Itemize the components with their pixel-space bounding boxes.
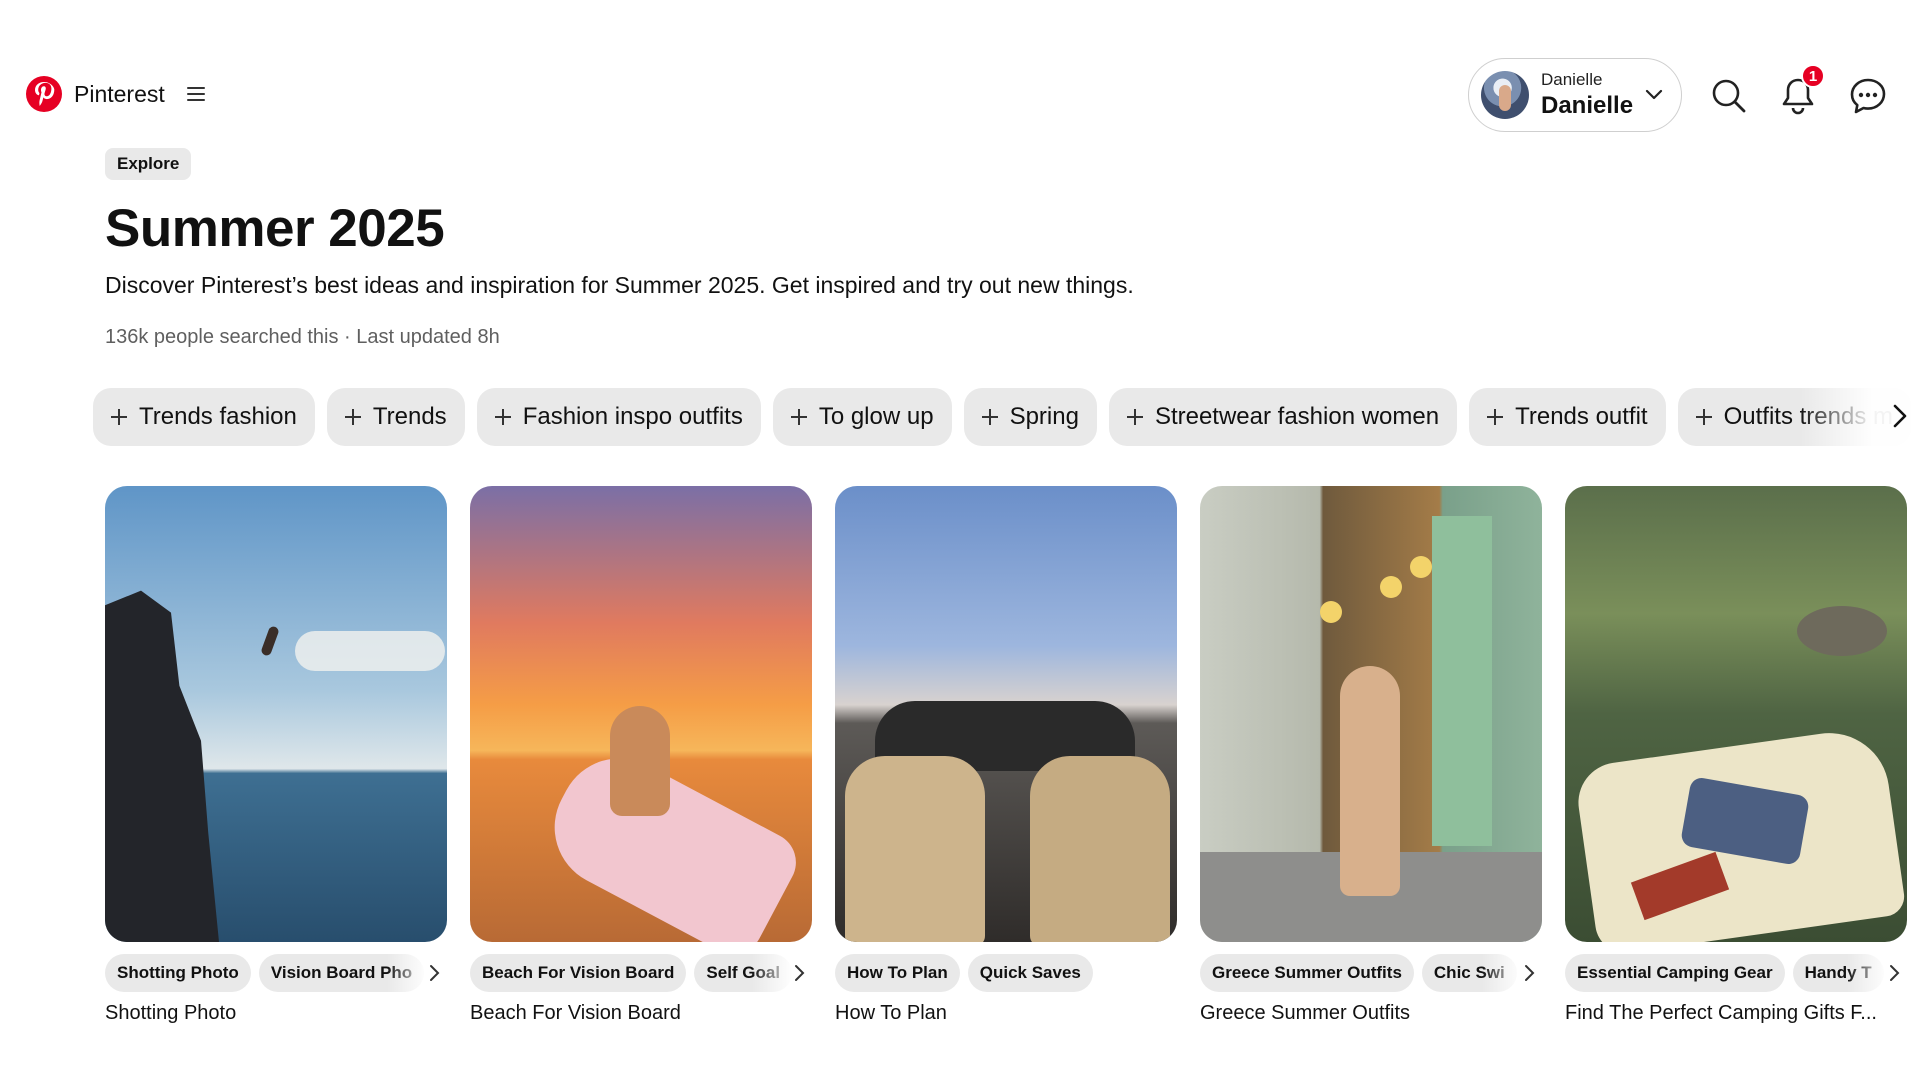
pin-tags: Shotting Photo Vision Board Pho	[105, 954, 447, 992]
avatar	[1481, 71, 1529, 119]
plus-icon	[790, 409, 807, 425]
pin-tag[interactable]: Greece Summer Outfits	[1200, 954, 1414, 992]
chevron-right-icon[interactable]	[786, 960, 812, 986]
filter-chip-label: Streetwear fashion women	[1154, 403, 1440, 430]
pin-card[interactable]: Essential Camping Gear Handy T Find The …	[1565, 486, 1907, 1025]
top-bar: Pinterest Danielle Danielle 1	[0, 0, 1920, 150]
plus-icon	[981, 409, 998, 425]
hamburger-icon[interactable]	[186, 87, 205, 101]
filter-chip-label: Spring	[1009, 403, 1079, 430]
chevron-down-icon	[1645, 89, 1663, 100]
filter-chip-label: Trends	[372, 403, 447, 430]
search-icon[interactable]	[1709, 76, 1749, 116]
plus-icon	[1695, 409, 1712, 425]
pin-tags: Greece Summer Outfits Chic Swi	[1200, 954, 1542, 992]
plus-icon	[1126, 409, 1143, 425]
filter-chip[interactable]: Spring	[963, 388, 1097, 446]
pin-tag[interactable]: Essential Camping Gear	[1565, 954, 1785, 992]
chat-icon[interactable]	[1848, 76, 1888, 116]
account-switcher[interactable]: Danielle Danielle	[1468, 58, 1682, 132]
brand-name: Pinterest	[74, 80, 165, 107]
pin-card[interactable]: Greece Summer Outfits Chic Swi Greece Su…	[1200, 486, 1542, 1025]
page-description: Discover Pinterest’s best ideas and insp…	[105, 272, 1134, 298]
pin-image[interactable]	[835, 486, 1177, 942]
pinterest-logo-icon	[26, 76, 62, 112]
pin-tag[interactable]: Quick Saves	[967, 954, 1093, 992]
filter-chip-label: Trends fashion	[139, 403, 297, 430]
pin-image[interactable]	[1200, 486, 1542, 942]
filter-chip[interactable]: To glow up	[772, 388, 952, 446]
pin-tags: Essential Camping Gear Handy T	[1565, 954, 1907, 992]
chevron-right-icon[interactable]	[421, 960, 447, 986]
account-label: Danielle	[1541, 70, 1603, 89]
pin-card[interactable]: Beach For Vision Board Self Goal Beach F…	[470, 486, 812, 1025]
pin-tag[interactable]: Shotting Photo	[105, 954, 251, 992]
pin-tag[interactable]: Beach For Vision Board	[470, 954, 687, 992]
filter-chip-label: Fashion inspo outfits	[522, 403, 743, 430]
breadcrumb[interactable]: Explore	[105, 148, 192, 180]
related-searches: Trends fashion Trends Fashion inspo outf…	[93, 388, 1920, 446]
pin-tags: How To Plan Quick Saves	[835, 954, 1177, 992]
page-title: Summer 2025	[105, 199, 445, 258]
filter-chip-label: Trends outfit	[1515, 403, 1648, 430]
pin-tag[interactable]: How To Plan	[835, 954, 960, 992]
plus-icon	[111, 409, 127, 425]
plus-icon	[494, 409, 511, 425]
chevron-right-icon[interactable]	[1881, 960, 1907, 986]
filter-chip[interactable]: Streetwear fashion women	[1108, 388, 1458, 446]
pin-image[interactable]	[470, 486, 812, 942]
brand[interactable]: Pinterest	[26, 76, 205, 112]
pin-card[interactable]: Shotting Photo Vision Board Pho Shotting…	[105, 486, 447, 1025]
plus-icon	[344, 409, 361, 425]
filter-chip[interactable]: Fashion inspo outfits	[476, 388, 761, 446]
notification-badge: 1	[1801, 64, 1825, 88]
pin-card[interactable]: How To Plan Quick Saves How To Plan	[835, 486, 1177, 1025]
pin-image[interactable]	[1565, 486, 1907, 942]
chevron-right-icon[interactable]	[1516, 960, 1542, 986]
page-meta: 136k people searched this · Last updated…	[105, 326, 500, 348]
filter-chip[interactable]: Trends fashion	[93, 388, 315, 446]
bottom-fade	[0, 1020, 1920, 1080]
filter-chip[interactable]: Trends	[326, 388, 465, 446]
filter-chip[interactable]: Trends outfit	[1469, 388, 1666, 446]
account-name: Danielle	[1541, 92, 1634, 119]
chevron-right-icon[interactable]	[1880, 396, 1920, 436]
pin-image[interactable]	[105, 486, 447, 942]
pin-tags: Beach For Vision Board Self Goal	[470, 954, 812, 992]
filter-chip-label: To glow up	[818, 403, 934, 430]
plus-icon	[1487, 409, 1504, 425]
